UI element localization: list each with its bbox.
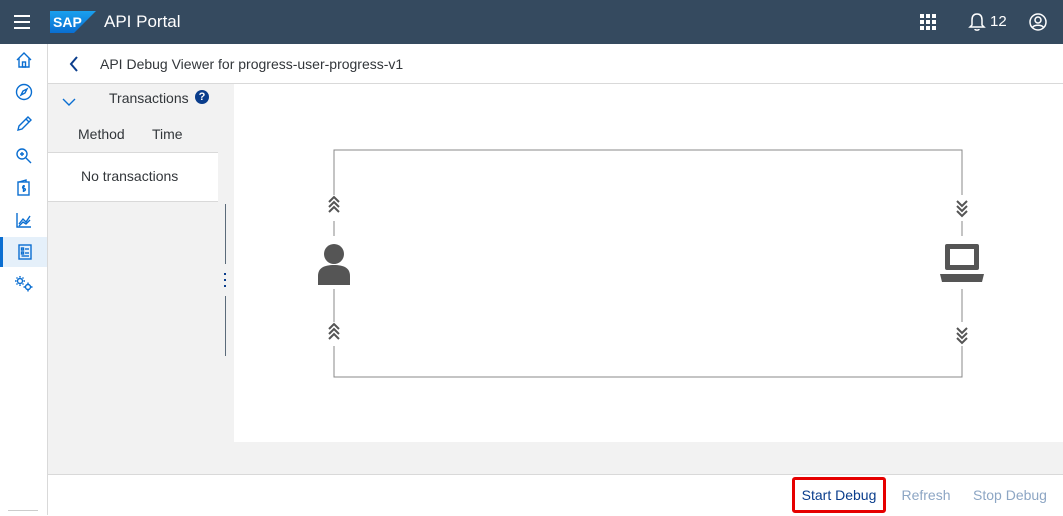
debug-flow-canvas — [234, 84, 1063, 442]
transactions-list: No transactions — [48, 152, 218, 202]
menu-icon[interactable] — [12, 12, 34, 32]
transactions-panel: Transactions ? Method Time No transactio… — [48, 84, 218, 474]
chevrons-down-icon — [956, 327, 968, 345]
analyze-icon[interactable] — [0, 205, 47, 235]
laptop-server-icon — [940, 244, 984, 282]
help-icon[interactable]: ? — [195, 90, 209, 104]
empty-state-text: No transactions — [81, 168, 179, 184]
notification-bell-icon[interactable] — [968, 12, 986, 37]
column-header-time: Time — [152, 126, 183, 142]
product-switch-icon[interactable] — [920, 14, 936, 35]
side-navigation — [0, 44, 48, 515]
flow-outline — [333, 346, 963, 378]
page-header: API Debug Viewer for progress-user-progr… — [48, 44, 1063, 84]
user-client-icon — [318, 244, 350, 285]
test-icon[interactable] — [0, 141, 47, 171]
splitter-line — [225, 204, 226, 264]
page-title: API Debug Viewer for progress-user-progr… — [100, 56, 404, 72]
chevrons-up-icon — [328, 322, 340, 340]
chevron-down-icon[interactable] — [62, 94, 76, 112]
back-arrow-icon[interactable] — [68, 56, 80, 77]
column-header-method: Method — [78, 126, 125, 142]
user-avatar-icon[interactable] — [1028, 12, 1048, 37]
svg-text:SAP: SAP — [53, 14, 82, 30]
pane-splitter[interactable] — [218, 84, 234, 474]
start-debug-button[interactable]: Start Debug — [792, 477, 886, 513]
nav-divider — [8, 510, 38, 511]
refresh-button[interactable]: Refresh — [896, 475, 956, 515]
stop-debug-button[interactable]: Stop Debug — [970, 475, 1050, 515]
chevrons-up-icon — [328, 195, 340, 213]
footer-toolbar: Start Debug Refresh Stop Debug — [48, 474, 1063, 516]
chevrons-down-icon — [956, 200, 968, 218]
splitter-line — [225, 296, 226, 356]
settings-icon[interactable] — [0, 269, 47, 299]
splitter-grip-icon[interactable] — [224, 272, 227, 288]
canvas-footer-area — [234, 442, 1063, 474]
shell-bar: SAP API Portal 12 — [0, 0, 1063, 44]
product-icon[interactable] — [0, 173, 47, 203]
notification-count: 12 — [990, 13, 1007, 30]
flow-outline — [333, 149, 963, 195]
debug-icon[interactable] — [0, 237, 47, 267]
home-icon[interactable] — [0, 45, 47, 75]
app-title: API Portal — [104, 12, 181, 31]
sap-logo: SAP — [50, 11, 96, 38]
transactions-title: Transactions — [109, 90, 189, 106]
discover-icon[interactable] — [0, 77, 47, 107]
design-icon[interactable] — [0, 109, 47, 139]
